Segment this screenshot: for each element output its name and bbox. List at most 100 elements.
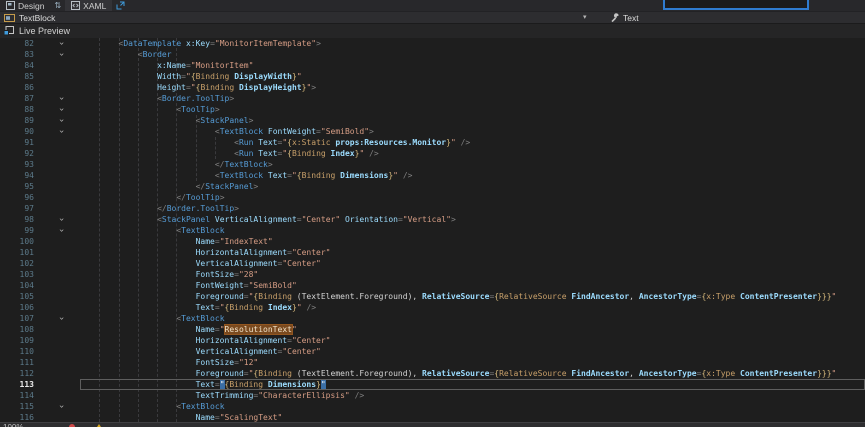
live-preview-icon (4, 26, 14, 36)
line-number: 93 (0, 159, 34, 170)
code-line[interactable]: 89 › <StackPanel> (0, 115, 865, 126)
line-number: 91 (0, 137, 34, 148)
fold-margin (34, 148, 80, 159)
code-text: FontSize="28" (80, 269, 865, 280)
code-line[interactable]: 98›<StackPanel VerticalAlignment="Center… (0, 214, 865, 225)
fold-margin (34, 60, 80, 71)
code-text: <StackPanel VerticalAlignment="Center" O… (80, 214, 865, 225)
line-number: 83 (0, 49, 34, 60)
code-line[interactable]: 108Name="ResolutionText" (0, 324, 865, 335)
code-line[interactable]: 101HorizontalAlignment="Center" (0, 247, 865, 258)
code-line[interactable]: 105Foreground="{Binding (TextElement.For… (0, 291, 865, 302)
code-line[interactable]: 99›<TextBlock (0, 225, 865, 236)
line-number: 82 (0, 38, 34, 49)
code-line[interactable]: 91<Run Text="{x:Static props:Resources.M… (0, 137, 865, 148)
peek-window-border (663, 0, 809, 10)
xaml-code-editor[interactable]: 82 › <DataTemplate x:Key="MonitorItemTempl… (0, 38, 865, 422)
fold-margin (34, 203, 80, 214)
line-number: 88 (0, 104, 34, 115)
code-text: <DataTemplate x:Key="MonitorItemTemplate… (80, 38, 865, 49)
zoom-level[interactable]: 100% (3, 423, 23, 427)
code-line[interactable]: 87›<Border.ToolTip> (0, 93, 865, 104)
line-number: 102 (0, 258, 34, 269)
fold-chevron-icon[interactable]: › (55, 52, 66, 57)
code-text: </Border.ToolTip> (80, 203, 865, 214)
line-number: 99 (0, 225, 34, 236)
fold-margin (34, 280, 80, 291)
code-line[interactable]: 93</TextBlock> (0, 159, 865, 170)
line-number: 89 (0, 115, 34, 126)
live-preview-header[interactable]: Live Preview (0, 23, 865, 38)
fold-chevron-icon[interactable]: › (55, 107, 66, 112)
fold-chevron-icon[interactable]: › (55, 118, 66, 123)
live-preview-label: Live Preview (19, 26, 70, 36)
code-line[interactable]: 112Foreground="{Binding (TextElement.For… (0, 368, 865, 379)
fold-margin (34, 159, 80, 170)
code-line[interactable]: 92<Run Text="{Binding Index}" /> (0, 148, 865, 159)
fold-chevron-icon[interactable]: › (55, 41, 66, 46)
code-text: Name="IndexText" (80, 236, 865, 247)
fold-chevron-icon[interactable]: › (55, 228, 66, 233)
fold-chevron-icon[interactable]: › (55, 96, 66, 101)
fold-margin: › (34, 49, 80, 60)
code-line[interactable]: 83›<Border (0, 49, 865, 60)
code-text: TextTrimming="CharacterEllipsis" /> (80, 390, 865, 401)
fold-margin (34, 71, 80, 82)
code-line[interactable]: 103FontSize="28" (0, 269, 865, 280)
fold-margin (34, 192, 80, 203)
code-line[interactable]: 110VerticalAlignment="Center" (0, 346, 865, 357)
fold-margin (34, 302, 80, 313)
code-line[interactable]: 115 › <TextBlock (0, 401, 865, 412)
code-text: <Run Text="{Binding Index}" /> (80, 148, 865, 159)
fold-chevron-icon[interactable]: › (55, 316, 66, 321)
fold-chevron-icon[interactable]: › (55, 217, 66, 222)
code-text: <TextBlock (80, 313, 865, 324)
line-number: 109 (0, 335, 34, 346)
fold-margin (34, 82, 80, 93)
code-line[interactable]: 85Width="{Binding DisplayWidth}" (0, 71, 865, 82)
code-text: <TextBlock Text="{Binding Dimensions}" /… (80, 170, 865, 181)
breadcrumb-dropdown[interactable]: ▾ (583, 13, 587, 21)
popout-pane-button[interactable] (112, 1, 129, 10)
breadcrumb[interactable]: TextBlock (4, 13, 55, 23)
code-line[interactable]: 95</StackPanel> (0, 181, 865, 192)
code-line[interactable]: 84x:Name="MonitorItem" (0, 60, 865, 71)
xaml-tab[interactable]: XAML (65, 0, 112, 11)
code-line[interactable]: 96</ToolTip> (0, 192, 865, 203)
swap-panes-button[interactable]: ⇅ (50, 1, 65, 10)
code-text: <StackPanel> (80, 115, 865, 126)
code-line[interactable]: 86Height="{Binding DisplayHeight}"> (0, 82, 865, 93)
element-icon (4, 14, 15, 22)
code-line[interactable]: 116Name="ScalingText" (0, 412, 865, 422)
code-text: HorizontalAlignment="Center" (80, 247, 865, 258)
code-line[interactable]: 82 › <DataTemplate x:Key="MonitorItemTempl… (0, 38, 865, 49)
code-line[interactable]: 90›<TextBlock FontWeight="SemiBold"> (0, 126, 865, 137)
line-number: 113 (0, 379, 34, 390)
code-lines: 82 › <DataTemplate x:Key="MonitorItemTempl… (0, 38, 865, 422)
design-tab[interactable]: Design (0, 0, 50, 11)
line-number: 116 (0, 412, 34, 422)
fold-margin (34, 324, 80, 335)
code-line[interactable]: 114 TextTrimming="CharacterEllipsis" /> (0, 390, 865, 401)
code-line[interactable]: 113Text="{Binding Dimensions}" (0, 379, 865, 390)
code-text: <TextBlock (80, 401, 865, 412)
fold-margin: › (34, 401, 80, 412)
code-line[interactable]: 97</Border.ToolTip> (0, 203, 865, 214)
line-number: 114 (0, 390, 34, 401)
line-number: 115 (0, 401, 34, 412)
code-line[interactable]: 109HorizontalAlignment="Center" (0, 335, 865, 346)
line-number: 112 (0, 368, 34, 379)
code-line[interactable]: 106Text="{Binding Index}" /> (0, 302, 865, 313)
line-number: 111 (0, 357, 34, 368)
code-line[interactable]: 88›<ToolTip> (0, 104, 865, 115)
code-line[interactable]: 107›<TextBlock (0, 313, 865, 324)
code-line[interactable]: 102VerticalAlignment="Center" (0, 258, 865, 269)
fold-chevron-icon[interactable]: › (55, 404, 66, 409)
line-number: 110 (0, 346, 34, 357)
fold-chevron-icon[interactable]: › (55, 129, 66, 134)
code-line[interactable]: 100Name="IndexText" (0, 236, 865, 247)
code-line[interactable]: 104FontWeight="SemiBold" (0, 280, 865, 291)
code-line[interactable]: 111FontSize="12" (0, 357, 865, 368)
xaml-icon (71, 1, 80, 10)
code-line[interactable]: 94<TextBlock Text="{Binding Dimensions}"… (0, 170, 865, 181)
